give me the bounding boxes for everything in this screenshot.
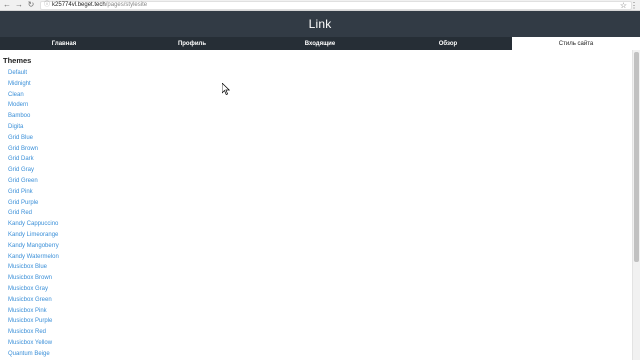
theme-link[interactable]: Musicbox Pink (8, 306, 630, 317)
theme-link[interactable]: Kandy Limeorange (8, 230, 630, 241)
theme-link[interactable]: Grid Pink (8, 187, 630, 198)
url-path: /pages/stylesite (105, 2, 148, 8)
theme-link[interactable]: Grid Dark (8, 154, 630, 165)
reload-icon[interactable]: ↻ (26, 0, 36, 10)
tab-0[interactable]: Главная (0, 37, 128, 50)
theme-link[interactable]: Musicbox Yellow (8, 338, 630, 349)
theme-link[interactable]: Musicbox Brown (8, 273, 630, 284)
main-nav: Главная Профиль Входящие Обзор Стиль сайта (0, 37, 640, 50)
page-info-icon[interactable]: ⓘ (44, 2, 50, 8)
address-bar[interactable]: ⓘ k25774vl.beget.tech/pages/stylesite (40, 0, 632, 10)
theme-link[interactable]: Kandy Watermelon (8, 252, 630, 263)
back-arrow-icon[interactable]: ← (2, 0, 12, 10)
tab-1[interactable]: Профиль (128, 37, 256, 50)
tab-4[interactable]: Стиль сайта (512, 37, 640, 50)
theme-link[interactable]: Grid Gray (8, 165, 630, 176)
theme-link[interactable]: Grid Green (8, 176, 630, 187)
vertical-scrollbar[interactable] (632, 50, 640, 360)
scrollbar-thumb[interactable] (634, 52, 639, 262)
theme-link[interactable]: Musicbox Purple (8, 316, 630, 327)
theme-link[interactable]: Kandy Cappuccino (8, 219, 630, 230)
theme-link[interactable]: Kandy Mangoberry (8, 241, 630, 252)
tab-3[interactable]: Обзор (384, 37, 512, 50)
url-host: k25774vl.beget.tech (52, 2, 106, 8)
theme-link[interactable]: Musicbox Gray (8, 284, 630, 295)
theme-link[interactable]: Default (8, 68, 630, 79)
theme-link[interactable]: Midnight (8, 79, 630, 90)
theme-link[interactable]: Grid Brown (8, 144, 630, 155)
theme-link[interactable]: Grid Purple (8, 198, 630, 209)
forward-arrow-icon[interactable]: → (14, 0, 24, 10)
theme-link[interactable]: Musicbox Blue (8, 262, 630, 273)
bookmark-star-icon[interactable]: ☆ (620, 1, 627, 10)
main-content: Themes Default Midnight Clean Modern Bamboo D… (0, 51, 630, 360)
theme-list: Default Midnight Clean Modern Bamboo Digita Gr… (8, 68, 630, 360)
theme-link[interactable]: Digita (8, 122, 630, 133)
browser-toolbar: ← → ↻ ⓘ k25774vl.beget.tech/pages/styles… (0, 0, 640, 11)
theme-link[interactable]: Musicbox Green (8, 295, 630, 306)
theme-link[interactable]: Modern (8, 100, 630, 111)
mouse-cursor-icon (222, 83, 230, 95)
theme-link[interactable]: Bamboo (8, 111, 630, 122)
menu-icon[interactable]: ⋮ (630, 1, 638, 10)
theme-link[interactable]: Clean (8, 90, 630, 101)
theme-link[interactable]: Grid Blue (8, 133, 630, 144)
theme-link[interactable]: Grid Red (8, 208, 630, 219)
site-header: Link (0, 11, 640, 37)
site-title[interactable]: Link (309, 17, 332, 31)
tab-2[interactable]: Входящие (256, 37, 384, 50)
theme-link[interactable]: Musicbox Red (8, 327, 630, 338)
themes-heading: Themes (3, 56, 32, 65)
theme-link[interactable]: Quantum Beige (8, 349, 630, 360)
